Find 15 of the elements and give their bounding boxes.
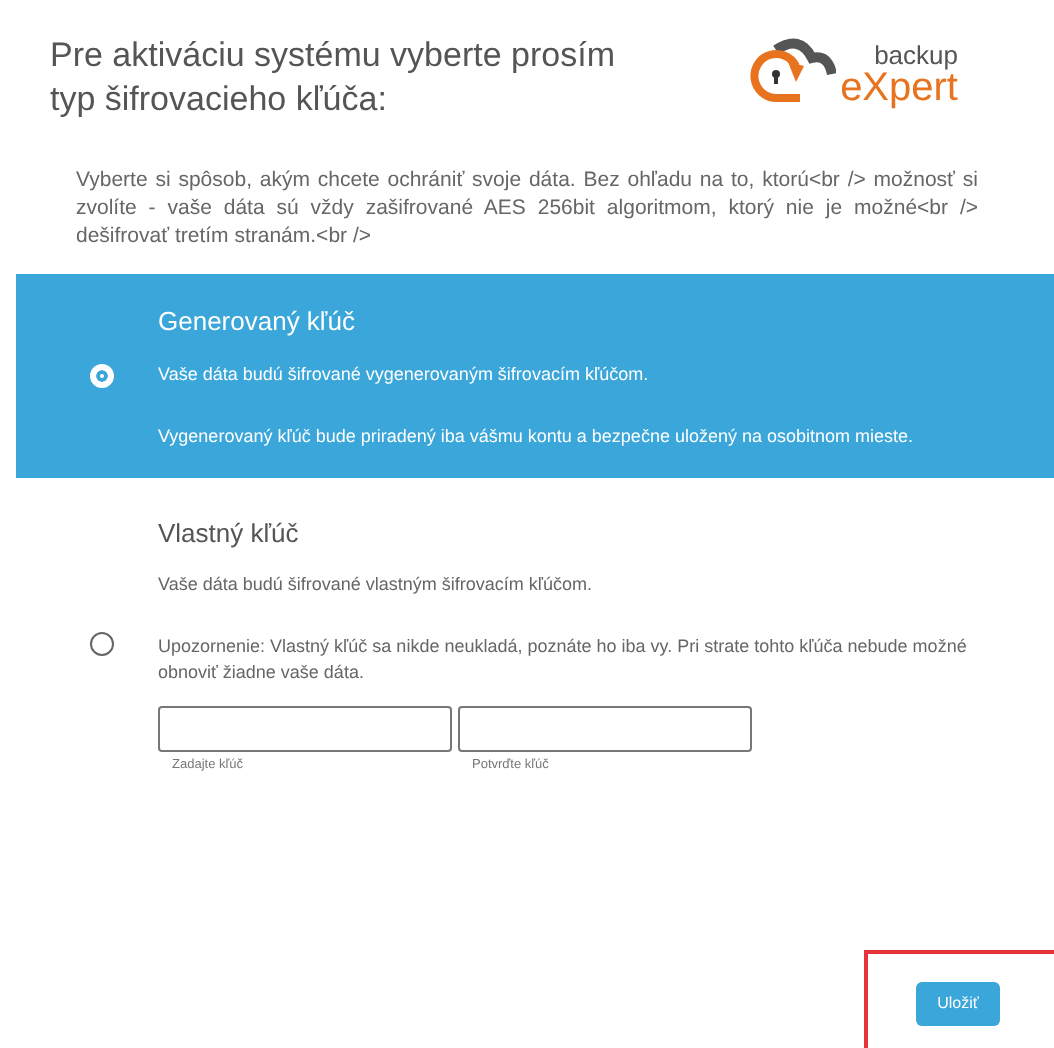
intro-text: Vyberte si spôsob, akým chcete ochrániť svoje dáta. Bez ohľadu na to, ktorú<br /> možnosť si zvolíte - vaše dáta sú vždy zašifrované AES 256bit algoritmom, ktorý nie je možné<br /> dešifrovať tretím stranám.<br /> — [76, 166, 978, 250]
input-field[interactable] — [458, 706, 752, 752]
option-text: Vygenerovaný kľúč bude priradený iba vášmu kontu a bezpečne uložený na osobitnom mieste. — [158, 423, 916, 449]
option-title: Vlastný kľúč — [158, 515, 301, 552]
option-panel[interactable]: Generovaný kľúč Vaše dáta budú šifrované vygenerovaným šifrovacím kľúčom. Vygenerovaný kľúč bude priradený iba vášmu kontu a bezpečne uložený na osobitnom mieste. — [16, 274, 1054, 477]
option-text: Vaše dáta budú šifrované vlastným šifrovacím kľúčom. — [158, 572, 595, 598]
option-text: Upozornenie: Vlastný kľúč sa nikde neukladá, poznáte ho iba vy. Pri strate tohto kľúča nebude možné — [158, 634, 969, 660]
option-title: Generovaný kľúč — [158, 304, 357, 340]
input-field[interactable] — [158, 706, 452, 752]
option-text: obnoviť žiadne vaše dáta. — [158, 660, 366, 686]
save-button[interactable]: Uložiť — [916, 982, 1000, 1026]
option-text: Vaše dáta budú šifrované vygenerovaným šifrovacím kľúčom. — [158, 361, 651, 387]
logo: backup eXpert — [748, 38, 958, 110]
radio-button[interactable] — [90, 632, 114, 657]
page-title: Pre aktiváciu systému vyberte prosím typ šifrovacieho kľúča: — [50, 34, 617, 122]
